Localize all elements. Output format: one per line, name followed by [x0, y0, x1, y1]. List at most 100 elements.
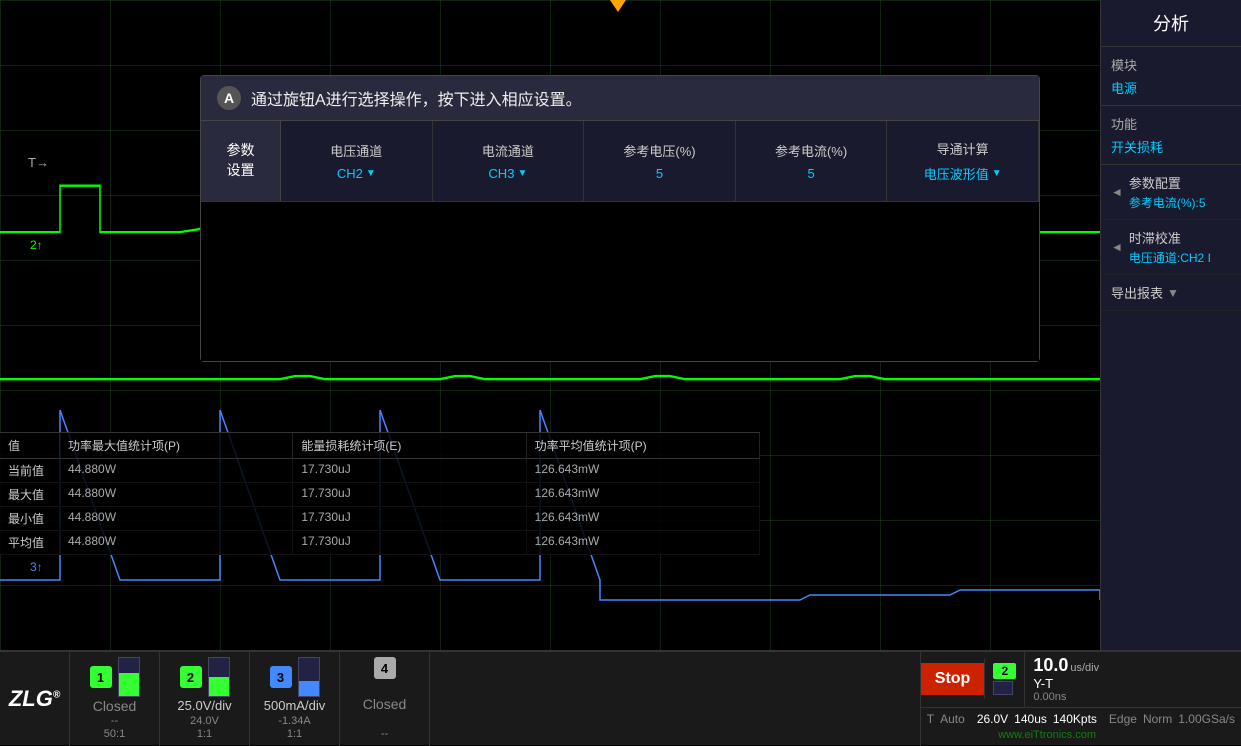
tab-ref-current-title: 参考电流(%) — [775, 141, 847, 160]
timebase-unit: us/div — [1070, 662, 1099, 674]
stats-current-label: 当前值 — [0, 459, 60, 482]
tab-conduction-title: 导通计算 — [937, 139, 989, 158]
auto-label: Auto — [940, 712, 965, 726]
tab-ref-voltage[interactable]: 参考电压(%) 5 — [584, 121, 736, 201]
tab-current-title: 电流通道 — [482, 141, 534, 160]
panel-item-time-delay[interactable]: ◄ 时滞校准 电压通道:CH2 I — [1101, 220, 1241, 275]
ch3-sub: -1.34A — [278, 715, 310, 727]
stats-min-pavg: 126.643mW — [527, 507, 760, 530]
t-val: 26.0V — [977, 712, 1008, 726]
panel-time-delay-value: 电压通道:CH2 I — [1129, 249, 1211, 266]
stats-header: 值 功率最大值统计项(P) 能量损耗统计项(E) 功率平均值统计项(P) — [0, 433, 760, 459]
ch2-ratio: 1:1 — [197, 728, 212, 740]
ch3-value: 500mA/div — [264, 698, 325, 713]
watermark: www.eiTtronics.com — [998, 729, 1096, 741]
panel-item-param-config[interactable]: ◄ 参数配置 参考电流(%):5 — [1101, 165, 1241, 220]
panel-param-config-value: 参考电流(%):5 — [1129, 194, 1206, 211]
stats-avg-pavg: 126.643mW — [527, 531, 760, 554]
tab-ref-current[interactable]: 参考电流(%) 5 — [736, 121, 888, 201]
tab-voltage-value: CH2▼ — [337, 166, 376, 181]
logo: ZLG® — [9, 686, 60, 712]
panel-module-section: 模块 电源 — [1101, 47, 1241, 106]
channel-3-block[interactable]: 3 500mA/div -1.34A 1:1 — [250, 651, 340, 746]
panel-item-export[interactable]: 导出报表 ▼ — [1101, 275, 1241, 311]
ch1-status: Closed — [93, 698, 137, 714]
timebase-value: 10.0 — [1033, 655, 1068, 676]
sample-label: 1.00GSa/s — [1178, 712, 1235, 726]
ch1-ratio: 50:1 — [104, 728, 125, 740]
tab-voltage-channel[interactable]: 电压通道 CH2▼ — [281, 121, 433, 201]
channel-1-block[interactable]: 1 Closed -- 50:1 — [70, 651, 160, 746]
ch4-badge: 4 — [374, 657, 396, 679]
ch2-mini-indicator — [993, 681, 1013, 695]
stats-max-e: 17.730uJ — [293, 483, 526, 506]
ch2-trigger-badge: 2 — [993, 663, 1016, 679]
offset-val: 0.00ns — [1033, 691, 1099, 703]
ch2-badge: 2 — [180, 666, 202, 688]
stats-col-label: 值 — [0, 433, 60, 458]
chevron-left-icon: ◄ — [1111, 185, 1123, 199]
ch2-value: 25.0V/div — [177, 698, 231, 713]
stats-max-p: 44.880W — [60, 483, 293, 506]
panel-export-label: 导出报表 — [1111, 283, 1163, 302]
chevron-left-icon-2: ◄ — [1111, 240, 1123, 254]
edge-label: Edge — [1109, 712, 1137, 726]
dialog-icon-a: A — [217, 86, 241, 110]
scope-display: T→ 2↑ 3↑ A 通过旋钮A进行选择操作，按下进入相应设置。 参数设置 电压… — [0, 0, 1100, 650]
ch2-indicator — [208, 657, 230, 697]
dialog-header: A 通过旋钮A进行选择操作，按下进入相应设置。 — [201, 76, 1039, 121]
tab-conduction-value: 电压波形值▼ — [924, 164, 1002, 183]
ch2-sub: 24.0V — [190, 715, 219, 727]
ch4-status: Closed — [363, 696, 407, 712]
channel-4-block[interactable]: 4 Closed -- — [340, 651, 430, 746]
stats-min-p: 44.880W — [60, 507, 293, 530]
stats-min-e: 17.730uJ — [293, 507, 526, 530]
ch3-indicator — [298, 657, 320, 697]
panel-param-config-label: 参数配置 — [1129, 173, 1206, 192]
time-val: 140us — [1014, 712, 1047, 726]
ch3-indicator-fill — [299, 681, 319, 696]
dialog-tabs: 电压通道 CH2▼ 电流通道 CH3▼ 参考电压(%) 5 — [281, 121, 1039, 201]
stop-button[interactable]: Stop — [921, 663, 985, 695]
tab-ref-voltage-title: 参考电压(%) — [623, 141, 695, 160]
channel-2-block[interactable]: 2 25.0V/div 24.0V 1:1 — [160, 651, 250, 746]
ch1-indicator-fill — [119, 673, 139, 696]
stats-avg-label: 平均值 — [0, 531, 60, 554]
tab-voltage-title: 电压通道 — [330, 141, 382, 160]
stats-current-e: 17.730uJ — [293, 459, 526, 482]
panel-title: 分析 — [1101, 0, 1241, 47]
stats-min-label: 最小值 — [0, 507, 60, 530]
chevron-down-icon: ▼ — [1167, 286, 1179, 300]
norm-label: Norm — [1143, 712, 1172, 726]
t-label: T — [927, 712, 934, 726]
stats-row-avg: 平均值 44.880W 17.730uJ 126.643mW — [0, 531, 760, 555]
dialog-param-label: 参数设置 — [201, 121, 281, 201]
stats-avg-e: 17.730uJ — [293, 531, 526, 554]
tab-conduction-calc[interactable]: 导通计算 电压波形值▼ — [887, 121, 1039, 201]
stats-col-energy: 能量损耗统计项(E) — [293, 433, 526, 458]
panel-function-section: 功能 开关损耗 — [1101, 106, 1241, 165]
stats-row-min: 最小值 44.880W 17.730uJ 126.643mW — [0, 507, 760, 531]
stats-max-pavg: 126.643mW — [527, 483, 760, 506]
tab-current-value: CH3▼ — [488, 166, 527, 181]
dialog-body: 参数设置 电压通道 CH2▼ 电流通道 CH3▼ — [201, 121, 1039, 201]
stats-max-label: 最大值 — [0, 483, 60, 506]
stats-avg-p: 44.880W — [60, 531, 293, 554]
pts-val: 140Kpts — [1053, 712, 1097, 726]
panel-function-value: 开关损耗 — [1111, 137, 1231, 156]
ch4-sub: -- — [381, 728, 388, 740]
panel-function-label: 功能 — [1111, 114, 1231, 133]
panel-module-label: 模块 — [1111, 55, 1231, 74]
ch3-ratio: 1:1 — [287, 728, 302, 740]
ch1-indicator — [118, 657, 140, 697]
logo-area: ZLG® — [0, 651, 70, 746]
dialog-content-area — [201, 201, 1039, 361]
ch1-mini-val: -- — [111, 715, 118, 727]
stats-col-power-max: 功率最大值统计项(P) — [60, 433, 293, 458]
stats-current-pavg: 126.643mW — [527, 459, 760, 482]
panel-module-value: 电源 — [1111, 78, 1231, 97]
tab-current-channel[interactable]: 电流通道 CH3▼ — [433, 121, 585, 201]
yt-label: Y-T — [1033, 676, 1099, 691]
tab-ref-voltage-value: 5 — [656, 166, 663, 181]
stats-table: 值 功率最大值统计项(P) 能量损耗统计项(E) 功率平均值统计项(P) 当前值… — [0, 432, 760, 555]
